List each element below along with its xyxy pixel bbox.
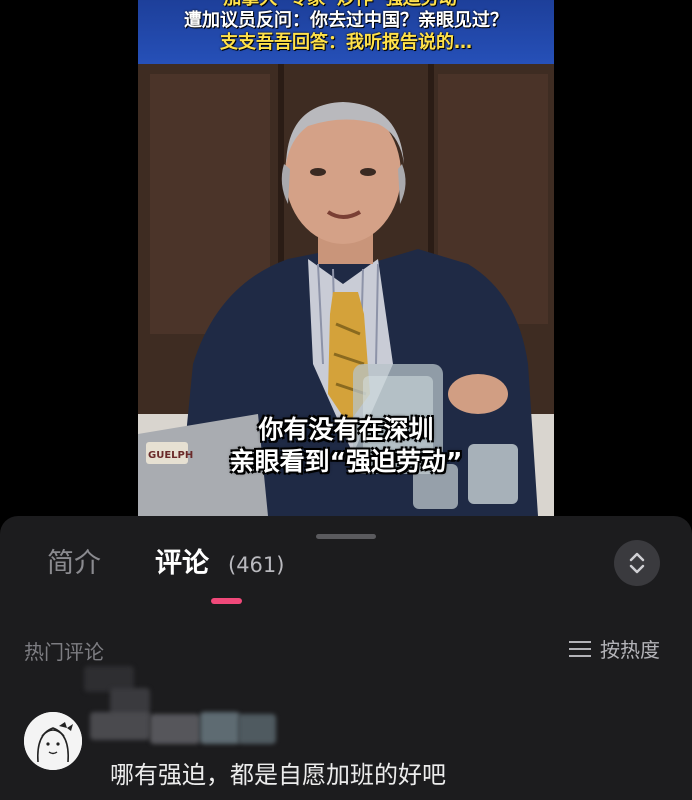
expand-button[interactable]	[614, 540, 660, 586]
chevron-up-down-icon	[629, 552, 645, 574]
hot-comments-label: 热门评论	[24, 640, 104, 664]
video-frame[interactable]: GUELPH 加拿大“专家”炒作“强迫劳动” 遭加议员反问：你去过中国？亲眼见过…	[138, 0, 554, 516]
sort-label: 按热度	[600, 638, 660, 662]
tab-comments[interactable]: 评论	[155, 546, 209, 582]
video-title-banner: 加拿大“专家”炒作“强迫劳动” 遭加议员反问：你去过中国？亲眼见过？ 支支吾吾回…	[138, 0, 554, 64]
video-title-line-1: 加拿大“专家”炒作“强迫劳动”	[138, 0, 554, 10]
avatar[interactable]	[24, 712, 82, 770]
tab-intro[interactable]: 简介	[47, 546, 101, 582]
video-title-line-2: 遭加议员反问：你去过中国？亲眼见过？	[184, 10, 508, 31]
comments-sheet: 简介 评论 (461) 热门评论 按热度 哪有强迫，都是自愿加班的好吧	[0, 516, 692, 800]
sort-by-popularity-button[interactable]: 按热度	[568, 634, 660, 663]
cartoon-girl-avatar-icon	[24, 712, 82, 770]
video-subtitle-line-2: 亲眼看到“强迫劳动”	[229, 447, 463, 476]
drag-handle[interactable]	[316, 534, 376, 539]
active-tab-indicator	[211, 598, 242, 604]
comment-count: (461)	[228, 553, 285, 577]
video-subtitle-line-1: 你有没有在深圳	[258, 415, 434, 444]
comment-text: 哪有强迫，都是自愿加班的好吧	[110, 761, 446, 789]
video-player[interactable]: GUELPH 加拿大“专家”炒作“强迫劳动” 遭加议员反问：你去过中国？亲眼见过…	[0, 0, 692, 516]
video-title-line-3: 支支吾吾回答：我听报告说的…	[220, 32, 472, 53]
menu-lines-icon	[569, 640, 591, 657]
